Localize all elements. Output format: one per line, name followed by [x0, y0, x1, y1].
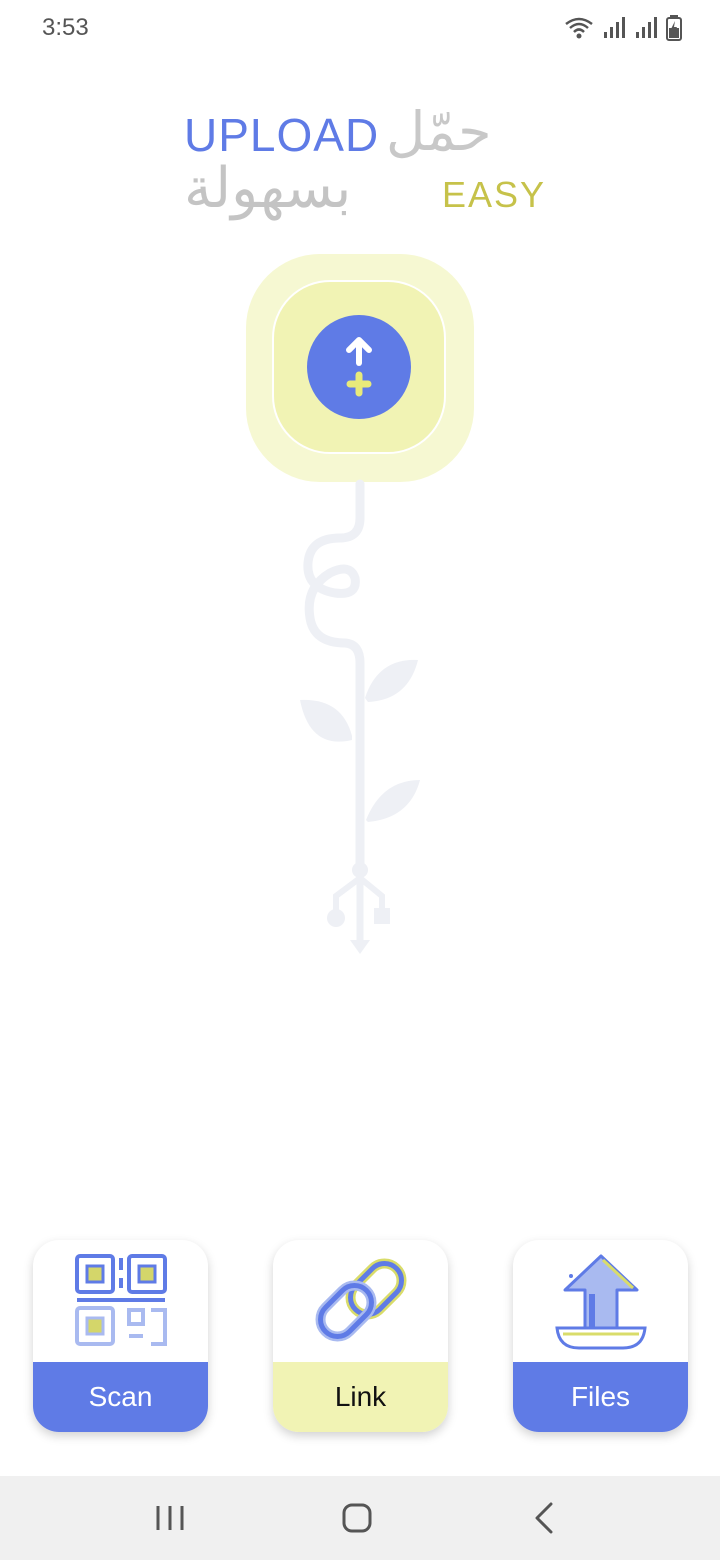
status-bar: 3:53 [0, 0, 720, 56]
logo-easy-text: EASY [442, 174, 547, 215]
files-card[interactable]: Files [513, 1240, 688, 1432]
logo-upload-text: UPLOAD [184, 109, 380, 161]
files-card-icon-area [513, 1240, 688, 1362]
qr-code-icon [75, 1254, 167, 1346]
upload-button[interactable] [307, 315, 411, 419]
link-card-icon-area [273, 1240, 448, 1362]
logo-arabic-top-text: حمّل [386, 100, 492, 163]
link-chain-icon [315, 1258, 407, 1342]
navigation-bar [0, 1476, 720, 1560]
link-card-label: Link [273, 1362, 448, 1432]
signal-icon [604, 17, 625, 38]
scan-card[interactable]: Scan [33, 1240, 208, 1432]
cable-vine-illustration [300, 479, 420, 954]
link-card[interactable]: Link [273, 1240, 448, 1432]
scan-card-icon-area [33, 1240, 208, 1362]
battery-charging-icon [666, 15, 682, 41]
files-card-label: Files [513, 1362, 688, 1432]
recent-apps-icon[interactable] [150, 1498, 190, 1538]
home-icon[interactable] [337, 1498, 377, 1538]
wifi-icon [565, 17, 593, 39]
logo-arabic-bottom-text: بسهولة [184, 156, 352, 221]
upload-arrow-icon [555, 1254, 647, 1350]
back-icon[interactable] [525, 1498, 565, 1538]
signal-icon [636, 17, 657, 38]
status-icons [564, 14, 682, 42]
app-logo: UPLOAD حمّل بسهولة EASY [180, 100, 544, 230]
screen: 3:53 UPLOAD حمّل بسهولة EASY Scan Link F… [0, 0, 720, 1560]
scan-card-label: Scan [33, 1362, 208, 1432]
upload-plus-icon [346, 337, 372, 397]
status-time: 3:53 [42, 14, 89, 41]
